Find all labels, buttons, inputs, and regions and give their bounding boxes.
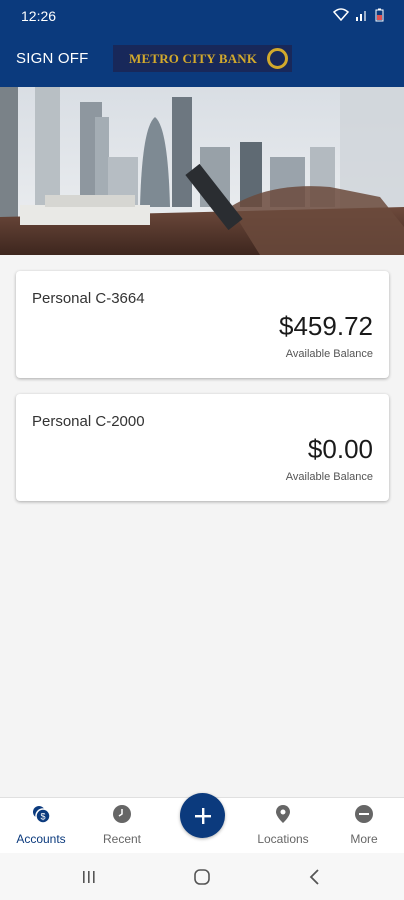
plus-icon [194,807,211,824]
home-icon[interactable] [190,865,214,889]
battery-icon [375,8,384,22]
add-button[interactable] [180,793,225,838]
account-name: Personal C-2000 [32,413,145,430]
back-icon[interactable] [303,865,327,889]
location-pin-icon [276,805,290,823]
nav-label: Accounts [16,832,66,846]
nav-label: Recent [102,832,142,846]
account-card[interactable]: Personal C-3664 $459.72 Available Balanc… [16,271,389,378]
account-balance: $0.00 [307,434,373,464]
accounts-icon: $ [33,806,51,824]
status-time: 12:26 [21,8,57,24]
recent-apps-icon[interactable] [77,865,101,889]
account-name: Personal C-3664 [32,290,145,307]
status-icons [333,8,384,22]
system-nav-bar [0,853,404,900]
bank-logo-text: METRO CITY BANK [129,50,258,66]
wifi-icon [333,8,349,22]
clock-icon [113,805,131,823]
nav-item-accounts[interactable]: $ Accounts [1,798,81,854]
nav-label: Locations [257,832,309,846]
more-icon [355,805,373,823]
bank-logo: METRO CITY BANK [113,45,292,72]
status-bar: 12:26 [0,0,404,32]
nav-item-more[interactable]: More [324,798,404,854]
hero-banner-image [0,87,404,255]
nav-label: More [350,832,378,846]
sign-off-button[interactable]: SIGN OFF [16,50,88,67]
account-balance: $459.72 [279,311,373,341]
account-card[interactable]: Personal C-2000 $0.00 Available Balance [16,394,389,501]
signal-icon [356,11,366,21]
svg-text:$: $ [40,812,45,822]
logo-ring-icon [267,48,288,69]
balance-label: Available Balance [285,348,373,360]
app-header: SIGN OFF METRO CITY BANK [0,32,404,87]
nav-item-recent[interactable]: Recent [82,798,162,854]
nav-item-locations[interactable]: Locations [243,798,323,854]
balance-label: Available Balance [285,471,373,483]
